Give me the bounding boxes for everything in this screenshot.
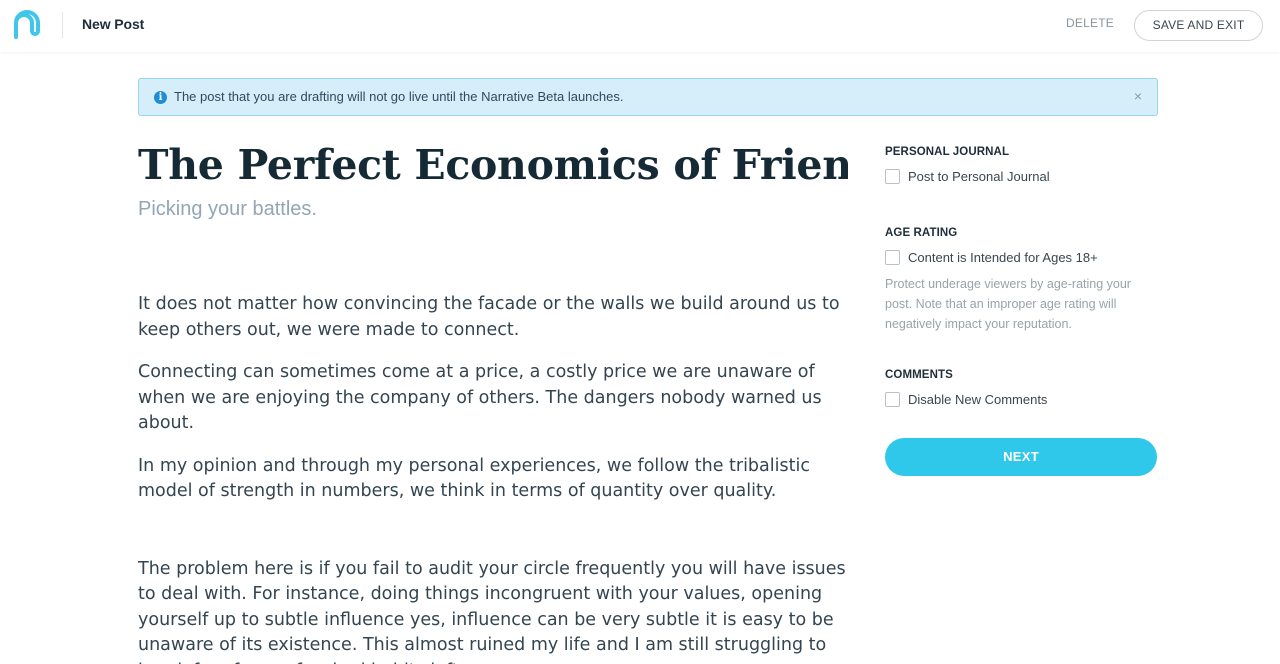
checkbox-label[interactable]: Content is Intended for Ages 18+ xyxy=(908,250,1098,265)
post-subtitle-input[interactable]: Picking your battles. xyxy=(138,196,848,222)
header-divider xyxy=(62,12,63,38)
checkbox-label[interactable]: Post to Personal Journal xyxy=(908,169,1050,184)
age-rating-help-text: Protect underage viewers by age-rating y… xyxy=(885,277,1131,331)
disable-comments-option[interactable]: Disable New Comments xyxy=(885,392,1047,407)
info-icon: i xyxy=(154,91,167,104)
page-title: New Post xyxy=(82,16,145,32)
body-paragraph[interactable]: In my opinion and through my personal ex… xyxy=(138,454,848,505)
body-paragraph[interactable]: The problem here is if you fail to audit… xyxy=(138,557,848,664)
personal-journal-checkbox[interactable] xyxy=(885,169,900,184)
next-button[interactable]: NEXT xyxy=(885,438,1157,476)
section-title: PERSONAL JOURNAL xyxy=(885,146,1010,158)
save-and-exit-button[interactable]: SAVE AND EXIT xyxy=(1134,10,1263,41)
body-paragraph[interactable]: Connecting can sometimes come at a price… xyxy=(138,360,848,437)
banner-message: The post that you are drafting will not … xyxy=(174,89,624,104)
checkbox-label[interactable]: Disable New Comments xyxy=(908,392,1047,407)
age-rating-option[interactable]: Content is Intended for Ages 18+ xyxy=(885,250,1153,265)
body-paragraph[interactable]: It does not matter how convincing the fa… xyxy=(138,292,848,343)
section-title: AGE RATING xyxy=(885,227,958,239)
age-rating-checkbox[interactable] xyxy=(885,250,900,265)
top-bar: New Post DELETE SAVE AND EXIT xyxy=(0,0,1280,52)
disable-comments-checkbox[interactable] xyxy=(885,392,900,407)
comments-section: COMMENTS Disable New Comments xyxy=(885,369,1047,407)
delete-button[interactable]: DELETE xyxy=(1058,16,1122,30)
narrative-logo-icon[interactable] xyxy=(12,9,44,41)
info-banner: i The post that you are drafting will no… xyxy=(138,78,1158,116)
post-body[interactable]: It does not matter how convincing the fa… xyxy=(138,292,848,664)
post-editor[interactable]: The Perfect Economics of Friendships Pic… xyxy=(138,140,848,664)
close-icon[interactable]: × xyxy=(1134,88,1142,104)
post-title-input[interactable]: The Perfect Economics of Friendships xyxy=(138,140,848,190)
section-title: COMMENTS xyxy=(885,369,953,381)
age-rating-section: AGE RATING Content is Intended for Ages … xyxy=(885,227,1153,334)
personal-journal-option[interactable]: Post to Personal Journal xyxy=(885,169,1050,184)
personal-journal-section: PERSONAL JOURNAL Post to Personal Journa… xyxy=(885,146,1050,184)
